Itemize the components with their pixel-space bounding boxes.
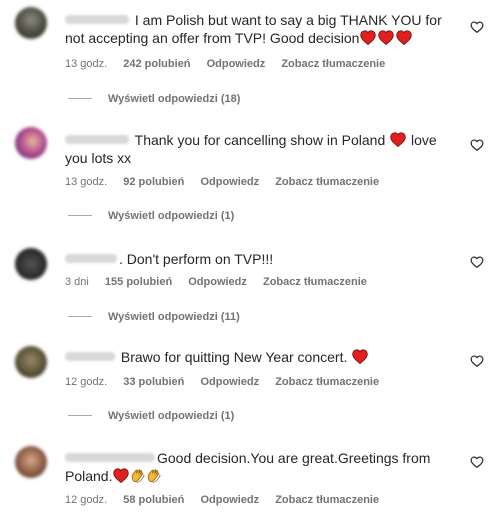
avatar[interactable] [15,248,47,280]
red-heart-emoji [352,349,368,364]
timestamp: 13 godz. [65,58,108,70]
red-heart-emoji [390,132,406,147]
timestamp: 3 dni [65,276,89,288]
view-replies-label: Wyświetl odpowiedzi (1) [108,410,235,422]
reply-button[interactable]: Odpowiedz [188,276,247,288]
view-replies-button[interactable]: Wyświetl odpowiedzi (18) [68,92,240,106]
username[interactable] [65,135,129,144]
comment-text: Brawo for quitting New Year concert. [65,348,460,366]
username[interactable] [65,352,115,361]
like-heart-icon[interactable] [470,138,484,152]
red-heart-emoji [360,30,376,45]
reply-button[interactable]: Odpowiedz [200,376,259,388]
avatar[interactable] [15,346,47,378]
reply-button[interactable]: Odpowiedz [207,58,266,70]
divider-line [68,415,92,416]
comment-text: Good decision.You are great.Greetings fr… [65,449,460,485]
likes-count[interactable]: 155 polubień [105,276,172,288]
see-translation-button[interactable]: Zobacz tłumaczenie [263,276,367,288]
view-replies-label: Wyświetl odpowiedzi (18) [108,93,241,105]
comment-meta: 13 godz. 242 polubień Odpowiedz Zobacz t… [65,57,398,71]
red-heart-emoji [396,30,412,45]
view-replies-label: Wyświetl odpowiedzi (11) [108,311,240,323]
timestamp: 12 godz. [65,494,108,506]
clapping-hands-emoji [130,468,146,484]
red-heart-emoji [378,30,394,45]
red-heart-emoji [113,468,129,483]
view-replies-button[interactable]: Wyświetl odpowiedzi (1) [68,209,234,223]
comment-meta: 12 godz. 58 polubień Odpowiedz Zobacz tł… [65,493,392,507]
divider-line [68,316,92,317]
likes-count[interactable]: 92 polubień [123,176,184,188]
reply-button[interactable]: Odpowiedz [200,494,259,506]
username[interactable] [65,453,155,462]
like-heart-icon[interactable] [470,354,484,368]
see-translation-button[interactable]: Zobacz tłumaczenie [275,176,379,188]
divider-line [68,215,92,216]
view-replies-button[interactable]: Wyświetl odpowiedzi (1) [68,409,234,423]
clapping-hands-emoji [146,468,162,484]
comment-body-part-1: Thank you for cancelling show in Poland [134,132,386,148]
comment-meta: 3 dni 155 polubień Odpowiedz Zobacz tłum… [65,275,380,289]
reply-button[interactable]: Odpowiedz [200,176,259,188]
username[interactable] [65,15,129,24]
comment-meta: 12 godz. 33 polubień Odpowiedz Zobacz tł… [65,375,392,389]
see-translation-button[interactable]: Zobacz tłumaczenie [275,494,379,506]
comment-text: . Don't perform on TVP!!! [65,250,460,268]
likes-count[interactable]: 33 polubień [123,376,184,388]
username[interactable] [65,254,117,263]
view-replies-label: Wyświetl odpowiedzi (1) [108,210,235,222]
comment-text: Thank you for cancelling show in Poland … [65,131,460,167]
comment-body: Brawo for quitting New Year concert. [120,349,348,365]
timestamp: 12 godz. [65,376,108,388]
comment-body: . Don't perform on TVP!!! [119,251,274,267]
like-heart-icon[interactable] [470,255,484,269]
comment-text: I am Polish but want to say a big THANK … [65,11,460,47]
comment-meta: 13 godz. 92 polubień Odpowiedz Zobacz tł… [65,175,392,189]
likes-count[interactable]: 58 polubień [123,494,184,506]
divider-line [68,98,92,99]
see-translation-button[interactable]: Zobacz tłumaczenie [275,376,379,388]
view-replies-button[interactable]: Wyświetl odpowiedzi (11) [68,310,240,324]
see-translation-button[interactable]: Zobacz tłumaczenie [281,58,385,70]
avatar[interactable] [15,446,47,478]
avatar[interactable] [15,127,47,159]
likes-count[interactable]: 242 polubień [123,58,190,70]
like-heart-icon[interactable] [470,455,484,469]
timestamp: 13 godz. [65,176,108,188]
avatar[interactable] [15,7,47,39]
like-heart-icon[interactable] [470,20,484,34]
